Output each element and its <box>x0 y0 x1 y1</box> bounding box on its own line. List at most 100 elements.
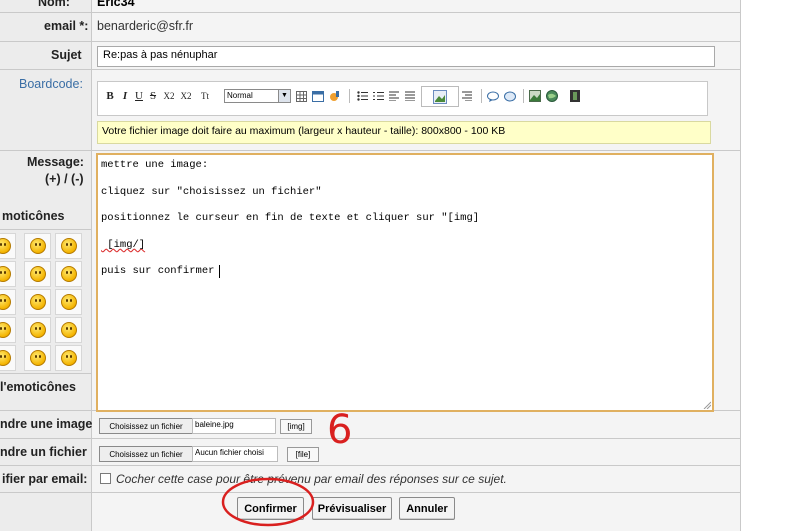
insert-img-tag-button[interactable]: [img] <box>280 419 312 434</box>
smiley-icon <box>30 238 46 254</box>
smiley-icon <box>0 294 11 310</box>
emoticon-cell[interactable] <box>55 317 82 343</box>
emoticon-cell[interactable] <box>24 261 51 287</box>
toolbar-separator <box>481 89 482 103</box>
emoticon-cell[interactable] <box>55 345 82 371</box>
smiley-icon <box>61 294 77 310</box>
smiley-icon <box>30 266 46 282</box>
strike-button[interactable]: S <box>147 89 159 103</box>
emoticon-cell[interactable] <box>24 289 51 315</box>
annotation-step-number: 6 <box>327 407 353 453</box>
email-label: email *: <box>44 19 89 33</box>
emoticon-cell[interactable] <box>24 317 51 343</box>
image-icon[interactable] <box>421 86 459 107</box>
bullet-list-icon[interactable] <box>355 89 369 103</box>
emoticons-title: moticônes <box>2 209 65 223</box>
emoticon-cell[interactable] <box>55 289 82 315</box>
font-size-value: Normal <box>227 91 253 100</box>
underline-button[interactable]: U <box>133 89 145 103</box>
image-file-name: baleine.jpg <box>192 418 276 434</box>
message-line: puis sur confirmer <box>101 265 215 277</box>
attached-file-name: Aucun fichier choisi <box>192 446 278 462</box>
row-divider <box>0 150 740 151</box>
subject-input[interactable]: Re:pas à pas nénuphar <box>97 46 715 67</box>
row-divider <box>0 41 740 42</box>
film-icon[interactable] <box>568 89 582 103</box>
emoticon-cell[interactable] <box>0 345 16 371</box>
font-size-select[interactable]: Normal ▼ <box>224 89 291 103</box>
image-size-notice: Votre fichier image doit faire au maximu… <box>97 121 711 144</box>
attach-file-label: ndre un fichier <box>0 445 87 459</box>
row-divider <box>0 438 740 439</box>
annotation-circle <box>221 477 315 527</box>
insert-file-tag-button[interactable]: [file] <box>287 447 319 462</box>
notify-email-label: ifier par email: <box>2 472 88 486</box>
smiley-icon <box>61 238 77 254</box>
smiley-icon <box>61 266 77 282</box>
message-textarea[interactable]: mettre une image: cliquez sur "choisisse… <box>96 153 714 412</box>
emoticons-divider <box>0 373 91 374</box>
toolbar-separator <box>349 89 350 103</box>
emoticon-cell[interactable] <box>55 233 82 259</box>
message-char-counter[interactable]: (+) / (-) <box>45 172 84 186</box>
smiley-icon <box>30 294 46 310</box>
align-justify-icon[interactable] <box>403 89 417 103</box>
emoticon-cell[interactable] <box>24 233 51 259</box>
align-right-icon[interactable] <box>460 89 474 103</box>
preview-button[interactable]: Prévisualiser <box>312 497 392 520</box>
emoticon-cell[interactable] <box>0 289 16 315</box>
row-divider <box>0 465 740 466</box>
notify-checkbox[interactable] <box>100 473 111 484</box>
message-line: [img/] <box>101 239 146 251</box>
quote-icon[interactable] <box>486 89 500 103</box>
smiley-icon <box>61 322 77 338</box>
smiley-icon <box>0 350 11 366</box>
row-divider <box>0 492 740 493</box>
smiley-icon <box>30 322 46 338</box>
emoticon-cell[interactable] <box>24 345 51 371</box>
row-divider <box>0 69 740 70</box>
align-left-icon[interactable] <box>387 89 401 103</box>
emoticon-cell[interactable] <box>0 317 16 343</box>
row-divider <box>0 12 740 13</box>
smiley-icon <box>0 238 11 254</box>
resize-grip-icon[interactable] <box>703 401 711 409</box>
emoticon-cell[interactable] <box>55 261 82 287</box>
name-label: Nom: <box>38 0 70 9</box>
smiley-icon <box>0 322 11 338</box>
table-right-border <box>740 0 741 531</box>
name-value: Eric34 <box>97 0 135 9</box>
bold-button[interactable]: B <box>103 89 117 103</box>
superscript-button[interactable]: X2 <box>178 89 194 103</box>
image-upload-icon[interactable] <box>528 89 542 103</box>
subject-label: Sujet <box>51 48 82 62</box>
boardcode-link[interactable]: Boardcode: <box>19 77 83 91</box>
toolbar-separator <box>523 89 524 103</box>
subscript-button[interactable]: X2 <box>162 89 176 103</box>
window-icon[interactable] <box>311 89 325 103</box>
message-line: mettre une image: <box>101 159 209 171</box>
emoticon-cell[interactable] <box>0 261 16 287</box>
more-emoticons-link[interactable]: l'emoticônes <box>0 380 76 394</box>
cancel-button[interactable]: Annuler <box>399 497 455 520</box>
italic-button[interactable]: I <box>119 89 131 103</box>
message-label: Message: <box>27 155 84 169</box>
emoticons-divider <box>0 229 91 230</box>
numbered-list-icon[interactable] <box>371 89 385 103</box>
smiley-icon <box>61 350 77 366</box>
text-cursor <box>219 265 220 278</box>
code-icon[interactable] <box>503 89 517 103</box>
emoticon-cell[interactable] <box>0 233 16 259</box>
email-value: benarderic@sfr.fr <box>97 19 194 33</box>
column-divider <box>91 0 92 531</box>
message-line: positionnez le curseur en fin de texte e… <box>101 212 480 224</box>
choose-image-button[interactable]: Choisissez un fichier <box>99 418 193 434</box>
globe-icon[interactable] <box>545 89 559 103</box>
choose-file-button[interactable]: Choisissez un fichier <box>99 446 193 462</box>
teletype-button[interactable]: Tt <box>196 89 214 103</box>
chevron-down-icon: ▼ <box>278 90 290 102</box>
message-line: cliquez sur "choisissez un fichier" <box>101 186 322 198</box>
smiley-icon <box>0 266 11 282</box>
table-icon[interactable] <box>294 89 308 103</box>
paint-icon[interactable] <box>328 89 342 103</box>
